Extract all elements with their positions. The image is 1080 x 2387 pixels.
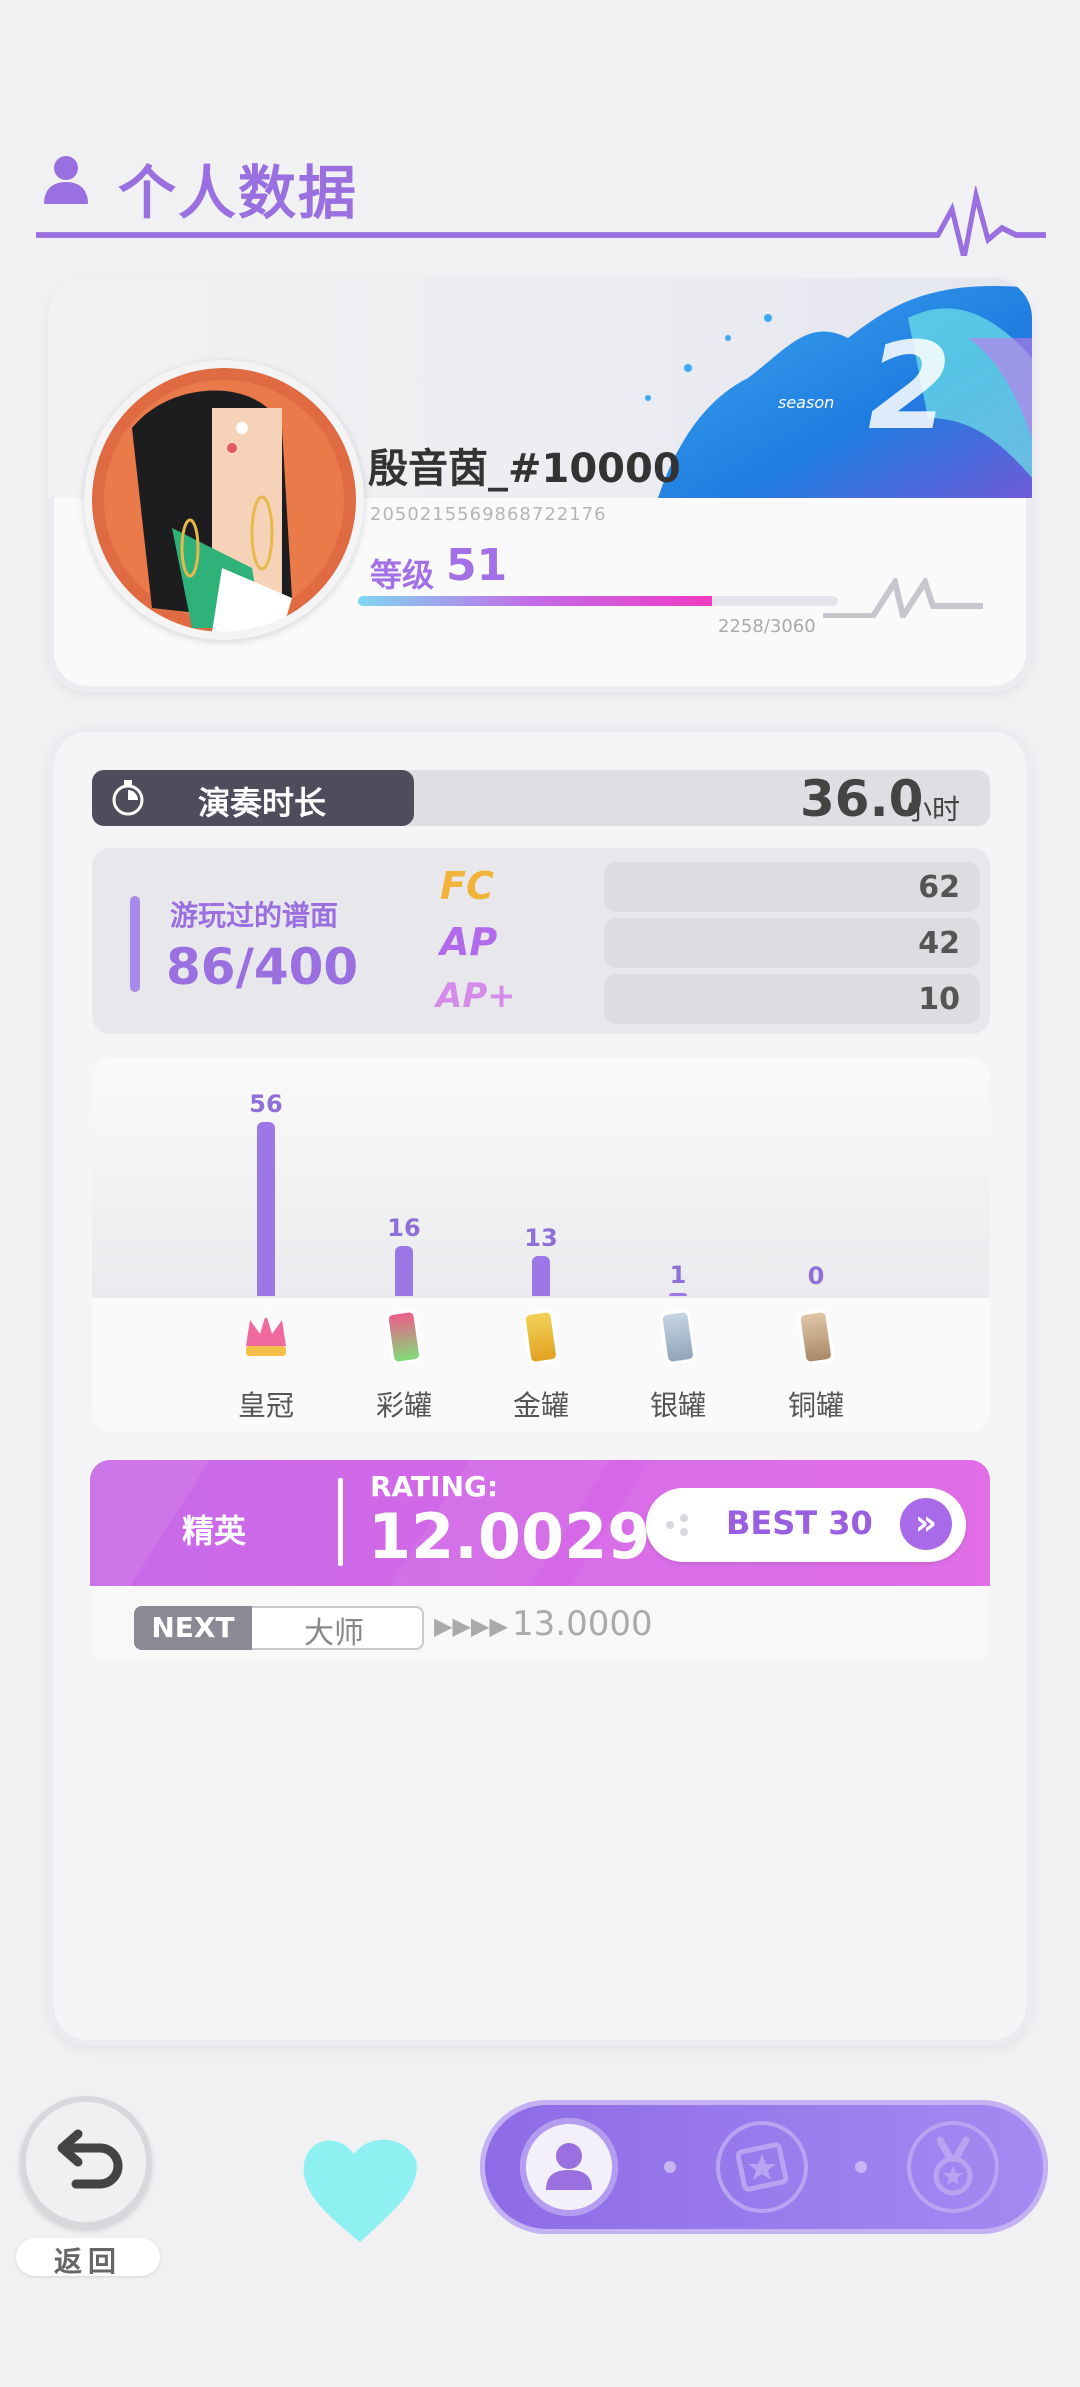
crown-icon <box>246 1310 286 1356</box>
silver-can-icon <box>659 1309 696 1365</box>
season-number: 2 <box>868 318 952 457</box>
distribution-bar <box>669 1292 687 1296</box>
playtime-unit: 小时 <box>904 793 961 826</box>
star-frame-icon <box>716 2121 808 2213</box>
level-value: 51 <box>446 540 508 591</box>
next-arrows: ▶▶▶▶ <box>434 1612 508 1640</box>
nav-separator-dot <box>664 2161 676 2173</box>
rating-divider <box>338 1478 343 1566</box>
distribution-bar <box>395 1246 413 1296</box>
exp-progress-bar <box>358 596 838 606</box>
stopwatch-icon <box>112 780 144 816</box>
distribution-label: 彩罐 <box>375 1389 432 1422</box>
distribution-label: 银罐 <box>649 1389 706 1422</box>
charts-played-value: 86/400 <box>166 938 359 996</box>
ap-count: 42 <box>918 926 960 961</box>
distribution-bar <box>257 1122 275 1296</box>
rating-tier: 精英 <box>182 1512 247 1550</box>
person-icon <box>546 2143 592 2190</box>
charts-accent-bar <box>130 896 140 992</box>
heart-decoration <box>303 2139 417 2242</box>
bottom-nav-bar <box>480 2100 1048 2234</box>
distribution-count: 56 <box>249 1090 283 1118</box>
share-icon <box>666 1514 688 1536</box>
rating-label: RATING: <box>370 1470 499 1503</box>
next-tag: NEXT <box>134 1606 252 1650</box>
medal-icon <box>907 2121 999 2213</box>
ap-plus-badge: AP+ <box>436 976 516 1016</box>
player-name: 殷音茵_#10000 <box>368 446 681 492</box>
next-rating-value: 13.0000 <box>512 1604 653 1644</box>
nav-separator-dot <box>855 2161 867 2173</box>
rainbow-can-icon <box>385 1309 422 1365</box>
gold-can-icon <box>522 1309 559 1365</box>
distribution-bar <box>532 1255 550 1296</box>
player-id: 2050215569868722176 <box>370 504 607 525</box>
distribution-label: 皇冠 <box>237 1389 294 1422</box>
level-label: 等级 <box>370 556 435 594</box>
next-tier: 大师 <box>304 1616 364 1651</box>
ap-plus-count-row: 10 <box>604 974 980 1024</box>
fc-badge: FC <box>440 864 494 908</box>
avatar[interactable] <box>84 360 364 640</box>
exp-progress-fill <box>358 596 713 606</box>
season-text: season <box>778 393 834 412</box>
best-30-button[interactable]: BEST 30 » <box>646 1488 966 1562</box>
ap-badge: AP <box>440 920 498 964</box>
waveform-decoration <box>823 578 983 618</box>
rating-value: 12.0029 <box>368 1500 651 1573</box>
undo-arrow-icon <box>57 2129 123 2189</box>
ap-count-row: 42 <box>604 918 980 968</box>
back-label[interactable]: 返回 <box>16 2240 160 2280</box>
distribution-count: 1 <box>669 1260 687 1289</box>
distribution-label: 金罐 <box>512 1389 569 1422</box>
playtime-label: 演奏时长 <box>198 784 327 822</box>
fc-count: 62 <box>918 870 960 905</box>
distribution-label: 铜罐 <box>787 1389 844 1422</box>
ap-plus-count: 10 <box>918 982 960 1017</box>
nav-profile-tab[interactable] <box>520 2118 618 2216</box>
fc-count-row: 62 <box>604 862 980 912</box>
back-button[interactable] <box>20 2096 152 2228</box>
distribution-count: 0 <box>807 1262 825 1290</box>
distribution-count: 13 <box>524 1223 558 1252</box>
nav-achievements-tab[interactable] <box>904 2118 1002 2216</box>
best-30-label: BEST 30 <box>726 1504 873 1542</box>
header-divider <box>36 186 1046 256</box>
distribution-count: 16 <box>387 1214 421 1243</box>
exp-text: 2258/3060 <box>718 616 816 637</box>
profile-card[interactable]: season 2 殷音茵_#10000 2050215569868722176 … <box>48 278 1032 692</box>
bronze-can-icon <box>797 1309 834 1365</box>
nav-collection-tab[interactable] <box>713 2118 811 2216</box>
charts-played-label: 游玩过的谱面 <box>170 899 339 932</box>
double-chevron-right-icon: » <box>900 1498 952 1550</box>
